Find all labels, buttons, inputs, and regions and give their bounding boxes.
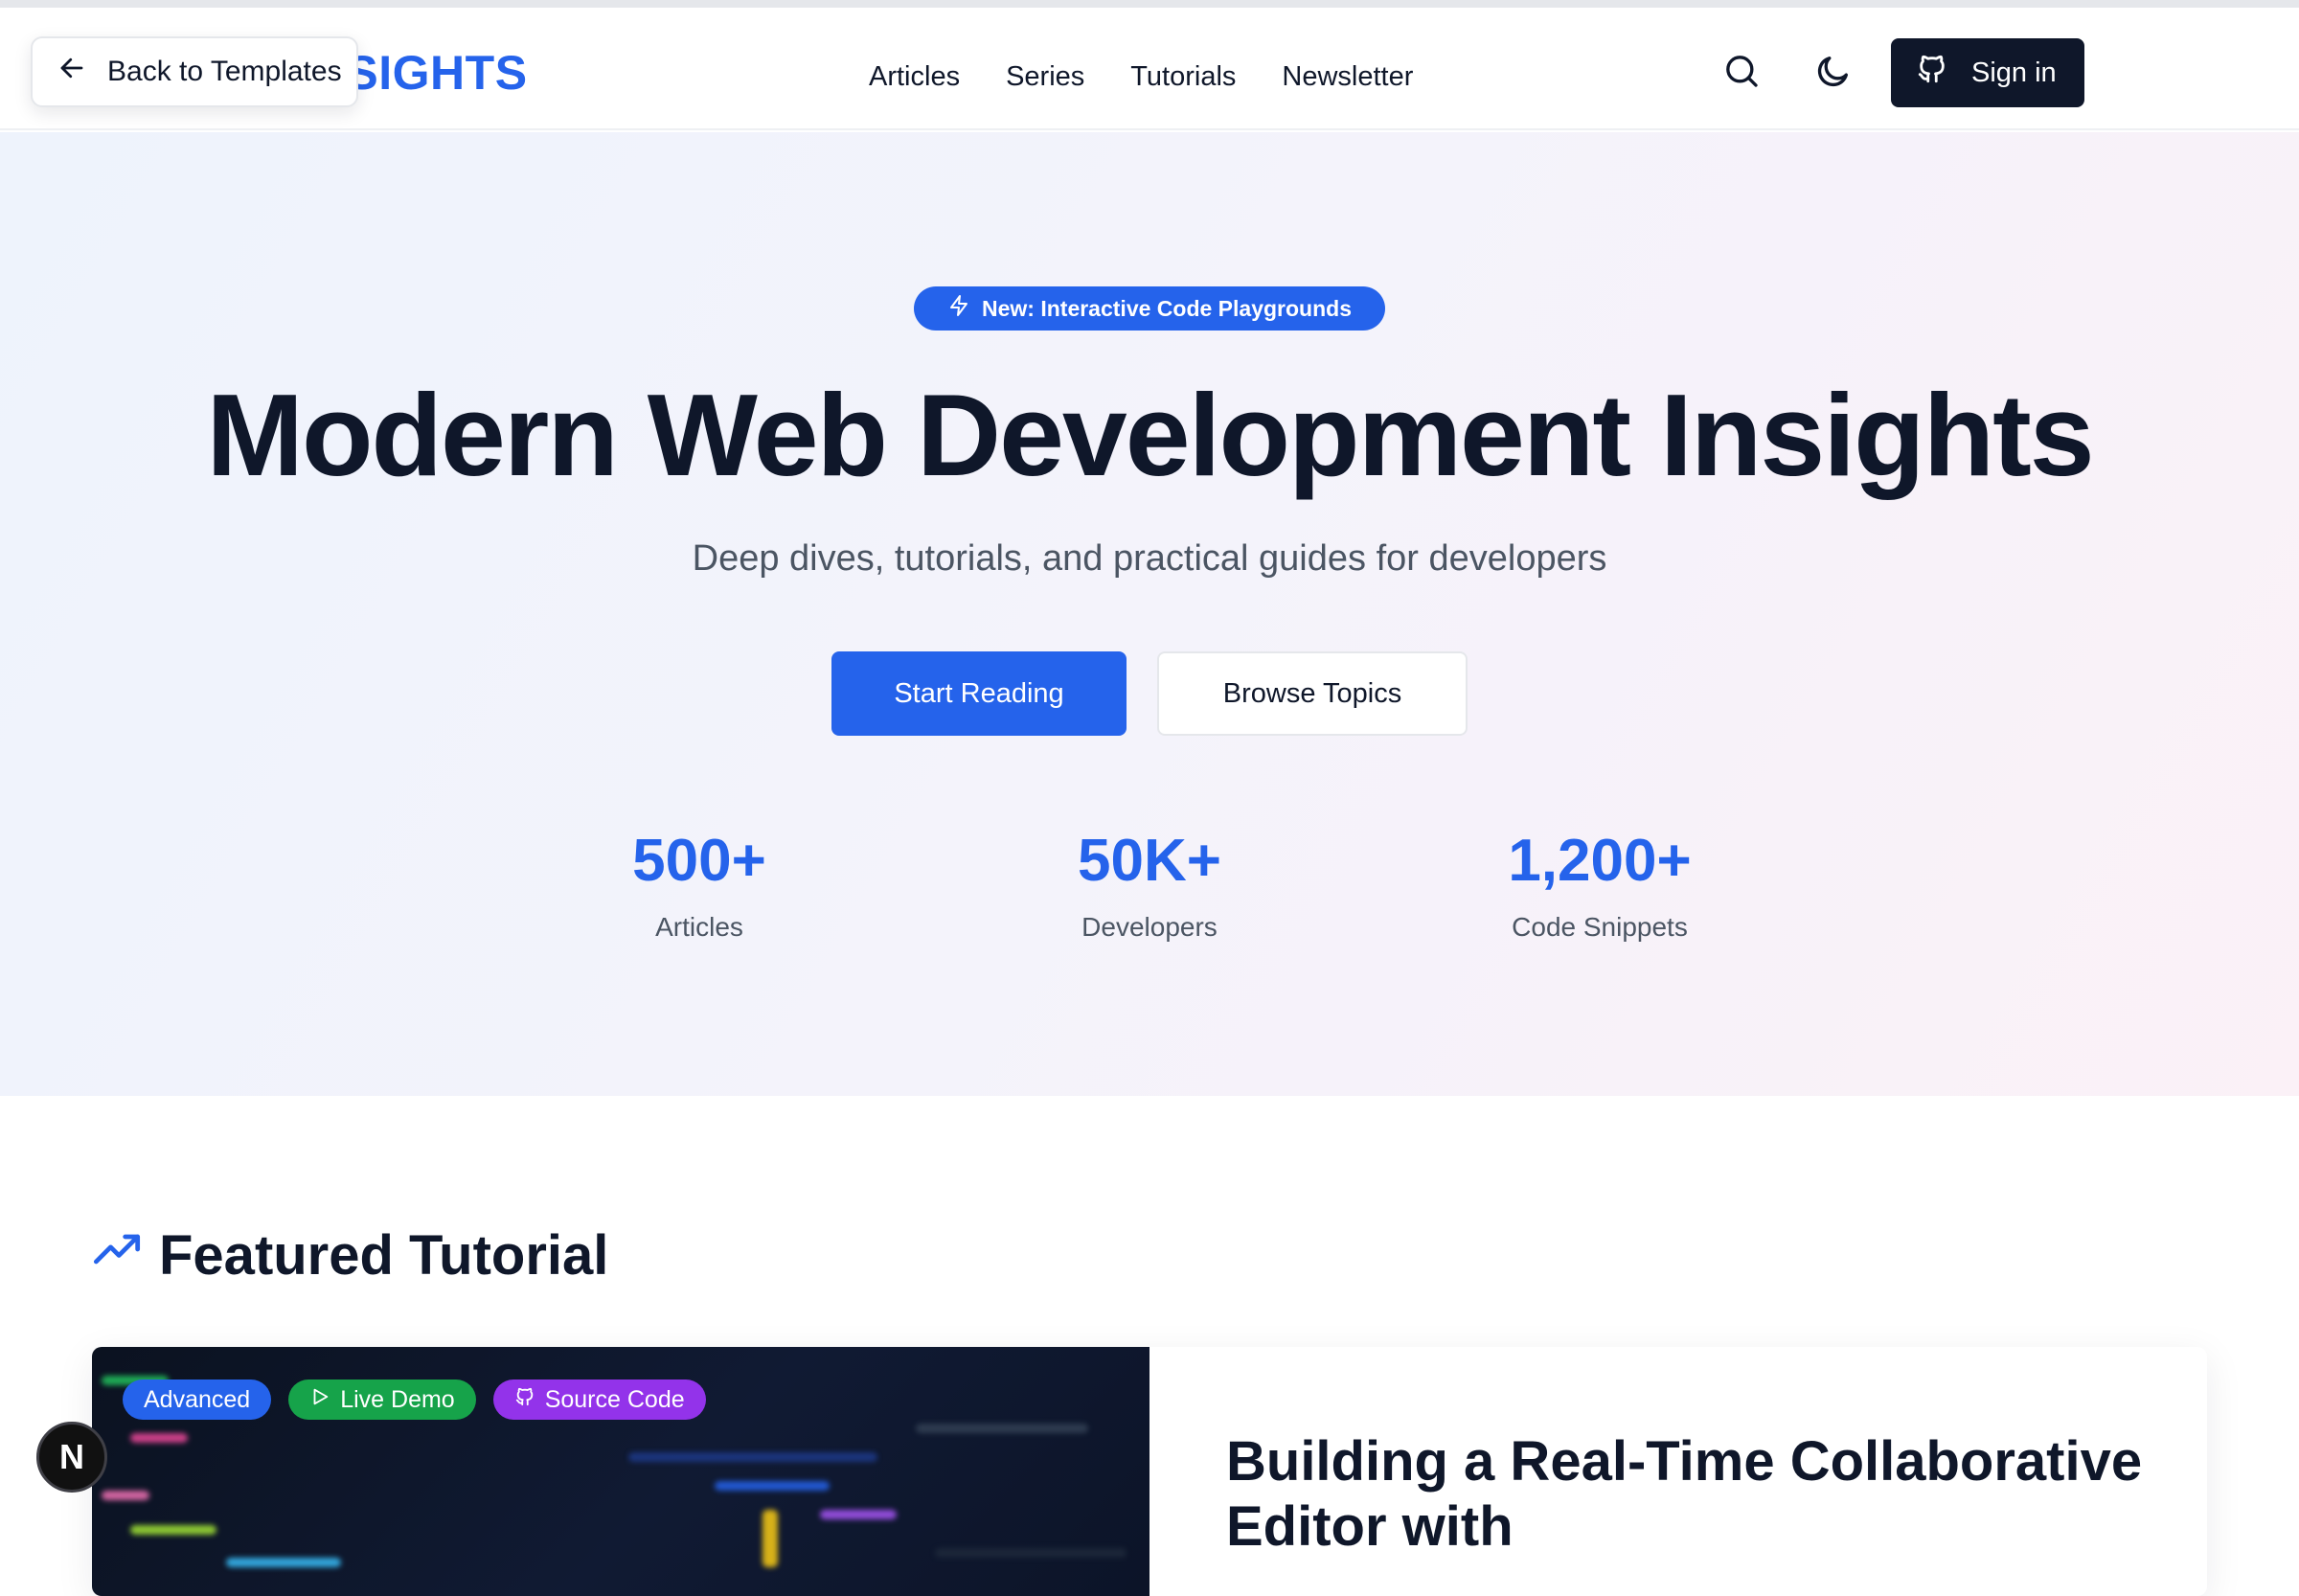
nav-tutorials[interactable]: Tutorials (1130, 61, 1236, 93)
github-icon (514, 1386, 535, 1414)
search-icon (1722, 52, 1761, 95)
stat-code-snippets: 1,200+ Code Snippets (1427, 826, 1772, 943)
stat-value: 1,200+ (1508, 828, 1692, 894)
nav-series[interactable]: Series (1006, 61, 1084, 93)
featured-tutorial-title[interactable]: Building a Real-Time Collaborative Edito… (1226, 1429, 2146, 1560)
code-line (102, 1491, 149, 1500)
trending-up-icon (92, 1223, 142, 1288)
badge-label: New: Interactive Code Playgrounds (982, 295, 1352, 321)
arrow-left-icon (57, 54, 86, 90)
main-nav: Articles Series Tutorials Newsletter (869, 15, 1413, 138)
hero-section (0, 132, 2299, 1096)
code-line (226, 1558, 341, 1567)
back-to-templates-button[interactable]: Back to Templates (31, 36, 358, 107)
browser-top-strip (0, 0, 2299, 8)
new-feature-badge[interactable]: New: Interactive Code Playgrounds (914, 286, 1385, 331)
featured-code-image: Advanced Live Demo Source Code (92, 1347, 1150, 1596)
browse-topics-button[interactable]: Browse Topics (1157, 651, 1468, 736)
moon-icon (1814, 52, 1853, 95)
nextjs-dev-indicator[interactable]: N (36, 1422, 107, 1493)
play-icon (309, 1386, 330, 1414)
tag-advanced[interactable]: Advanced (123, 1379, 272, 1420)
hero-subtitle: Deep dives, tutorials, and practical gui… (692, 538, 1607, 579)
stat-value: 50K+ (1078, 828, 1221, 894)
stat-label: Articles (655, 912, 743, 942)
tag-live-demo-label: Live Demo (340, 1385, 455, 1413)
hero-title: Modern Web Development Insights (206, 370, 2094, 500)
tag-advanced-label: Advanced (144, 1385, 251, 1413)
search-button[interactable] (1720, 52, 1763, 94)
code-line (820, 1510, 897, 1519)
stat-label: Developers (1081, 912, 1218, 942)
code-line (130, 1433, 188, 1443)
tag-source-code-label: Source Code (544, 1385, 685, 1413)
stat-label: Code Snippets (1512, 912, 1688, 942)
featured-tags: Advanced Live Demo Source Code (123, 1379, 706, 1420)
site-header: /INSIGHTS Back to Templates Articles Ser… (0, 8, 2299, 130)
featured-heading: Featured Tutorial (92, 1217, 608, 1293)
code-line (628, 1452, 877, 1462)
code-line (715, 1481, 830, 1491)
code-line (916, 1424, 1088, 1433)
start-reading-button[interactable]: Start Reading (831, 651, 1127, 736)
tag-source-code[interactable]: Source Code (492, 1379, 706, 1420)
stat-value: 500+ (632, 828, 766, 894)
stat-articles: 500+ Articles (527, 826, 872, 943)
code-line (763, 1510, 778, 1567)
sign-in-button[interactable]: Sign in (1891, 38, 2084, 107)
featured-heading-label: Featured Tutorial (159, 1223, 609, 1287)
sign-in-label: Sign in (1971, 57, 2057, 88)
nav-newsletter[interactable]: Newsletter (1282, 61, 1413, 93)
tag-live-demo[interactable]: Live Demo (288, 1379, 476, 1420)
code-line (130, 1525, 216, 1535)
code-line (935, 1548, 1127, 1558)
zap-icon (947, 294, 970, 323)
stat-developers: 50K+ Developers (977, 826, 1322, 943)
back-to-templates-label: Back to Templates (107, 56, 342, 87)
theme-toggle-button[interactable] (1812, 52, 1855, 94)
featured-tutorial-card[interactable]: Advanced Live Demo Source Code Building … (92, 1347, 2207, 1596)
github-icon (1916, 53, 1948, 93)
nav-articles[interactable]: Articles (869, 61, 960, 93)
